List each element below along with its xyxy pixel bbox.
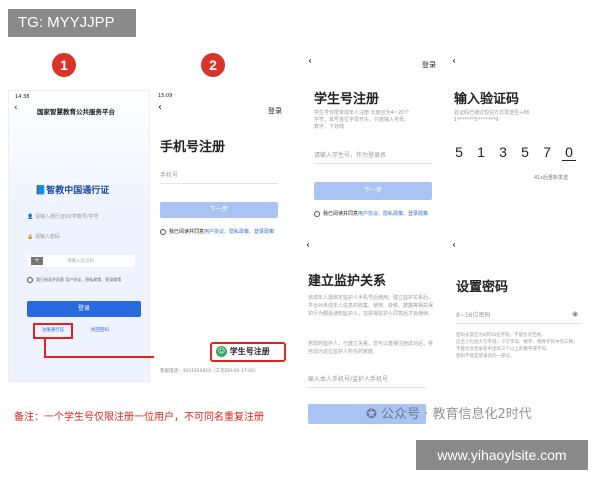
guardian-desc-2: 若您的监护人，已建立关系，您可以直接注册成功后，将自动为这位监护人所在的家庭。 <box>308 341 434 355</box>
back-arrow-icon[interactable]: ‹ <box>158 102 162 113</box>
screen-phone-register: 15:09 ‹ 登录 手机号注册 手机号 下一步 我已阅读并同意用户协议、隐私政… <box>154 90 290 382</box>
page-title: 手机号注册 <box>160 140 226 155</box>
page-title: 设置密码 <box>456 280 509 295</box>
arrow-line-vertical <box>44 338 46 358</box>
screen-student-register: ‹ 登录 学生号注册 学生号仅限未成年人注册 长度应为4~20个字符，其号首位字… <box>302 52 442 232</box>
code-digit: 3 <box>499 144 507 160</box>
agree-text[interactable]: 我已阅读并同意用户协议、隐私政策、登录政策 <box>160 228 288 237</box>
wechat-icon: ✪ <box>366 407 377 422</box>
lock-icon: 🔒 <box>27 234 34 240</box>
guardian-phone-input[interactable]: 输入本人手机号/监护人手机号 <box>308 374 426 388</box>
rule-item: 密码不能是登录名的一部分。 <box>456 354 515 359</box>
status-time: 14:38 <box>15 94 30 100</box>
page-title: 学生号注册 <box>314 92 380 107</box>
back-arrow-icon[interactable]: ‹ <box>452 56 456 67</box>
student-register-button[interactable]: ☺ 学生号注册 <box>216 346 270 357</box>
login-link[interactable]: 登录 <box>268 106 282 116</box>
screen-guardian: ‹ 建立监护关系 未成年人需绑定监护人手机号后使用。建立监护关系后，平台对未成年… <box>302 240 442 430</box>
account-input[interactable]: 👤 请输入通行证ID/学籍号/学号 <box>27 213 135 227</box>
step-badge-1: 1 <box>52 53 76 77</box>
resend-timer: 41s后重新发送 <box>534 175 568 181</box>
code-desc: 验证码已通过短信方式发送至+86 1*******5*******9 <box>454 110 530 123</box>
step-badge-2: 2 <box>201 53 225 77</box>
agree-text[interactable]: 我已阅读并同意用户协议、隐私政策、登录政策 <box>314 210 440 219</box>
page-title: 建立监护关系 <box>308 274 387 289</box>
back-arrow-icon[interactable]: ‹ <box>14 103 18 113</box>
back-arrow-icon[interactable]: ‹ <box>306 240 310 251</box>
code-digit: 0 <box>562 144 576 161</box>
rule-item: 应至少包括大写字母、小写字母、数字、特殊字符中的三种。 <box>456 340 578 345</box>
book-logo-icon: 📘 <box>35 186 47 196</box>
eye-icon[interactable]: ◉ <box>572 310 578 318</box>
captcha-input[interactable]: + 请输入验证码 <box>27 255 135 267</box>
student-avatar-icon: ☺ <box>216 346 227 357</box>
code-digit: 5 <box>521 144 529 160</box>
screen-set-password: ‹ 设置密码 8~16位密码 ◉ 密码长度应为8到16位字符，不能包含空格。 应… <box>448 240 588 390</box>
plus-icon: + <box>31 257 43 265</box>
password-input[interactable]: 8~16位密码 <box>456 310 582 324</box>
student-id-input[interactable]: 请输入学生号，作为登录名 <box>314 150 432 164</box>
page-title: 国家智慧教育公共服务平台 <box>37 108 115 116</box>
screen-verify-code: ‹ 输入验证码 验证码已通过短信方式发送至+86 1*******5******… <box>448 52 588 232</box>
agree-checkbox[interactable] <box>314 210 320 217</box>
phone-input[interactable]: 手机号 <box>160 170 278 184</box>
forgot-password-link[interactable]: 找回密码 <box>91 327 109 333</box>
watermark: ✪ 公众号 · 教育信息化2时代 <box>366 407 532 422</box>
back-arrow-icon[interactable]: ‹ <box>308 56 312 67</box>
top-left-tag: TG: MYYJJPP <box>8 9 136 37</box>
agree-checkbox[interactable] <box>27 277 33 283</box>
back-arrow-icon[interactable]: ‹ <box>452 240 456 251</box>
code-input[interactable]: 5 1 3 5 7 0 <box>452 144 584 166</box>
agree-checkbox[interactable] <box>160 228 166 235</box>
screen-login: 14:38 ‹ 国家智慧教育公共服务平台 📘智教中国通行证 👤 请输入通行证ID… <box>8 90 150 382</box>
password-input[interactable]: 🔒 请输入密码 <box>27 233 135 247</box>
code-digit: 7 <box>543 144 551 160</box>
logo-text: 📘智教中国通行证 <box>35 186 110 196</box>
service-phone: 客服电话：4001910910（工作日9:00-17:00） <box>160 369 259 374</box>
code-digit: 1 <box>477 144 485 160</box>
login-button[interactable]: 登录 <box>27 301 141 317</box>
register-rules: 学生号仅限未成年人注册 长度应为4~20个字符，其号首位字母开头，只能输入字母、… <box>314 110 410 130</box>
password-rules: 密码长度应为8到16位字符，不能包含空格。 应至少包括大写字母、小写字母、数字、… <box>456 332 580 360</box>
next-button[interactable]: 下一步 <box>160 202 278 218</box>
next-button[interactable]: 下一步 <box>314 182 432 200</box>
rule-item: 密码长度应为8到16位字符，不能包含空格。 <box>456 333 546 338</box>
status-time: 15:09 <box>158 93 173 99</box>
user-icon: 👤 <box>27 214 34 220</box>
register-link[interactable]: 注册通行证 <box>33 323 73 339</box>
login-link[interactable]: 登录 <box>422 60 436 70</box>
rule-item: 不能包含登录名中连续三个以上的数字或字母。 <box>456 347 551 352</box>
footnote: 备注：一个学生号仅限注册一位用户，不可同名重复注册 <box>14 412 264 423</box>
code-digit: 5 <box>455 144 463 160</box>
guardian-desc: 未成年人需绑定监护人手机号后使用。建立监护关系后，平台对未成年人信息的收集、使用… <box>308 295 434 317</box>
site-label: www.yihaoylsite.com <box>416 440 588 470</box>
page-title: 输入验证码 <box>454 92 520 107</box>
agree-text[interactable]: 我已阅读并同意 用户协议、隐私政策、登录政策 <box>27 276 147 284</box>
